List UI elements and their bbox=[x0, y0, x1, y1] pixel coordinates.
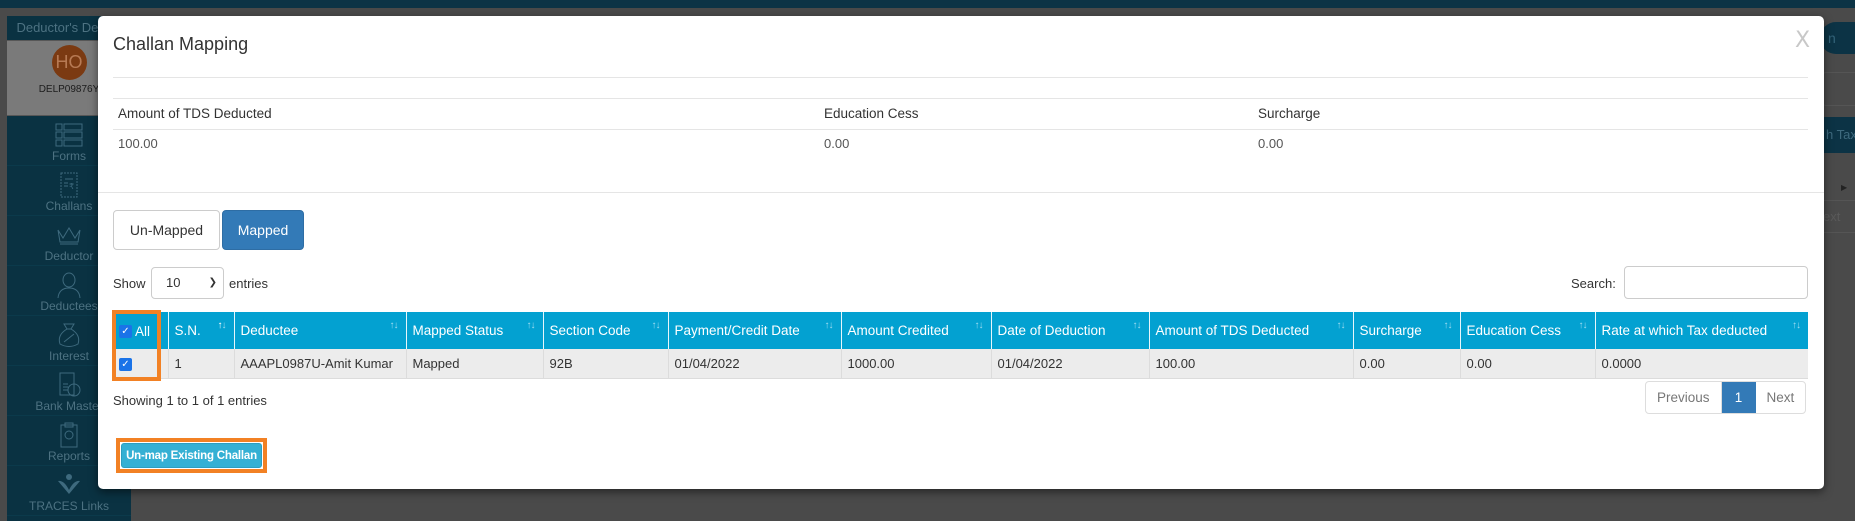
column-header-amount-credited[interactable]: Amount Credited ↑↓ bbox=[841, 312, 992, 349]
sort-icon: ↑↓ bbox=[389, 320, 399, 331]
list-icon bbox=[55, 123, 83, 147]
background-next-button: ext bbox=[1822, 200, 1855, 233]
cell-payment-credit-date: 01/04/2022 bbox=[668, 349, 842, 379]
sort-icon: ↑↓ bbox=[824, 320, 834, 331]
summary-header-surcharge: Surcharge bbox=[1258, 106, 1321, 121]
money-bag-icon bbox=[58, 323, 80, 347]
sort-icon: ↑↓ bbox=[974, 320, 984, 331]
background-table-header: h Tax bbox=[1822, 117, 1855, 153]
unmap-existing-challan-button[interactable]: Un-map Existing Challan bbox=[121, 443, 262, 468]
column-header-amount-of-tds-deducted[interactable]: Amount of TDS Deducted ↑↓ bbox=[1149, 312, 1354, 349]
column-header-date-of-deduction[interactable]: Date of Deduction ↑↓ bbox=[991, 312, 1150, 349]
avatar: HO bbox=[51, 45, 87, 80]
sort-icon: ↑↓ bbox=[1132, 320, 1142, 331]
pagination-page-1[interactable]: 1 bbox=[1721, 382, 1756, 413]
column-header-rate[interactable]: Rate at which Tax deducted ↑↓ bbox=[1595, 312, 1808, 349]
close-button[interactable]: X bbox=[1795, 28, 1810, 53]
pagination-next[interactable]: Next bbox=[1756, 382, 1806, 413]
table-info: Showing 1 to 1 of 1 entries bbox=[113, 393, 267, 408]
column-header-label: S.N. bbox=[174, 323, 201, 338]
cell-amount-credited: 1000.00 bbox=[841, 349, 992, 379]
summary-header-cess: Education Cess bbox=[824, 106, 919, 121]
column-header-label: Deductee bbox=[240, 323, 299, 338]
cell-rate: 0.0000 bbox=[1595, 349, 1808, 379]
cell-education-cess: 0.00 bbox=[1460, 349, 1596, 379]
column-header-label: Surcharge bbox=[1359, 323, 1422, 338]
summary-value-cess: 0.00 bbox=[824, 136, 850, 151]
cell-section-code: 92B bbox=[543, 349, 669, 379]
tab-un-mapped[interactable]: Un-Mapped bbox=[113, 210, 220, 250]
challan-receipt-icon: ₹ bbox=[60, 172, 78, 198]
pagination: Previous 1 Next bbox=[1645, 381, 1807, 414]
select-all-checkbox[interactable]: ✓ bbox=[119, 325, 132, 338]
search-label: Search: bbox=[1571, 276, 1616, 291]
sort-icon: ↑↓ bbox=[1792, 320, 1801, 331]
mapped-challan-table: ✓ All S.N. ↑↓ Deductee ↑↓ Mapped Status ↑↓ … bbox=[113, 312, 1808, 379]
app-top-bar bbox=[0, 0, 1855, 8]
row-select-cell: ✓ bbox=[113, 349, 169, 379]
section-divider bbox=[98, 192, 1824, 193]
column-header-surcharge[interactable]: Surcharge ↑↓ bbox=[1353, 312, 1461, 349]
entries-per-page-value: 10 bbox=[166, 275, 181, 290]
sort-icon: ↑↓ bbox=[1578, 320, 1588, 331]
column-header-payment-credit-date[interactable]: Payment/Credit Date ↑↓ bbox=[668, 312, 842, 349]
column-header-section-code[interactable]: Section Code ↑↓ bbox=[543, 312, 669, 349]
summary-header-tds: Amount of TDS Deducted bbox=[118, 106, 272, 121]
challan-mapping-modal: Challan Mapping X Amount of TDS Deducted… bbox=[98, 16, 1824, 489]
column-header-label: Rate at which Tax deducted bbox=[1601, 323, 1768, 338]
unmap-button-highlight: Un-map Existing Challan bbox=[116, 438, 267, 473]
crown-icon bbox=[57, 227, 81, 245]
sort-icon: ↑↓ bbox=[526, 320, 536, 331]
column-header-deductee[interactable]: Deductee ↑↓ bbox=[234, 312, 407, 349]
cell-sn: 1 bbox=[168, 349, 235, 379]
background-scroll-arrow-icon: ▶ bbox=[1841, 183, 1848, 192]
entries-label: entries bbox=[229, 276, 269, 291]
divider bbox=[113, 77, 1808, 78]
sort-icon: ↑↓ bbox=[1443, 320, 1453, 331]
column-header-mapped-status[interactable]: Mapped Status ↑↓ bbox=[406, 312, 544, 349]
background-input bbox=[1822, 72, 1855, 106]
chevron-down-icon: ❯ bbox=[208, 277, 217, 288]
bank-document-icon bbox=[59, 372, 81, 397]
cell-mapped-status: Mapped bbox=[406, 349, 544, 379]
pagination-previous[interactable]: Previous bbox=[1646, 382, 1722, 413]
modal-title: Challan Mapping bbox=[113, 34, 249, 54]
column-header-select-all[interactable]: ✓ All bbox=[113, 312, 169, 349]
column-header-label: Mapped Status bbox=[412, 323, 504, 338]
sort-icon: ↑↓ bbox=[651, 320, 661, 331]
summary-value-surcharge: 0.00 bbox=[1258, 136, 1284, 151]
row-checkbox[interactable]: ✓ bbox=[119, 357, 132, 371]
cell-surcharge: 0.00 bbox=[1353, 349, 1461, 379]
person-icon bbox=[57, 272, 81, 298]
column-header-sn[interactable]: S.N. ↑↓ bbox=[168, 312, 235, 349]
divider bbox=[113, 129, 1808, 130]
column-header-label: Section Code bbox=[549, 323, 631, 338]
svg-text:₹: ₹ bbox=[69, 182, 74, 191]
cell-date-of-deduction: 01/04/2022 bbox=[991, 349, 1150, 379]
entries-per-page-select[interactable]: 10 ❯ bbox=[151, 267, 224, 299]
sort-icon: ↑↓ bbox=[1336, 320, 1346, 331]
divider bbox=[113, 98, 1808, 99]
tab-mapped[interactable]: Mapped bbox=[222, 210, 304, 250]
cell-deductee: AAAPL0987U-Amit Kumar bbox=[234, 349, 407, 379]
column-header-label: Education Cess bbox=[1466, 323, 1562, 338]
sidebar-item-label: TRACES Links bbox=[28, 499, 110, 513]
show-label: Show bbox=[113, 276, 146, 291]
table-header-row: ✓ All S.N. ↑↓ Deductee ↑↓ Mapped Status ↑↓ … bbox=[113, 312, 1808, 349]
select-all-label: All bbox=[135, 324, 151, 339]
background-button: n bbox=[1820, 22, 1855, 54]
sort-icon: ↑↓ bbox=[217, 320, 227, 331]
summary-value-tds: 100.00 bbox=[118, 136, 158, 151]
search-input[interactable] bbox=[1624, 266, 1808, 299]
column-header-label: Payment/Credit Date bbox=[674, 323, 800, 338]
clipboard-chart-icon bbox=[60, 422, 78, 448]
table-row: ✓ 1 AAAPL0987U-Amit Kumar Mapped 92B 01/… bbox=[113, 349, 1808, 379]
cell-amount-of-tds-deducted: 100.00 bbox=[1149, 349, 1354, 379]
traces-logo-icon bbox=[58, 474, 80, 494]
column-header-education-cess[interactable]: Education Cess ↑↓ bbox=[1460, 312, 1596, 349]
column-header-label: Amount Credited bbox=[847, 323, 949, 338]
column-header-label: Date of Deduction bbox=[997, 323, 1106, 338]
column-header-label: Amount of TDS Deducted bbox=[1155, 323, 1310, 338]
